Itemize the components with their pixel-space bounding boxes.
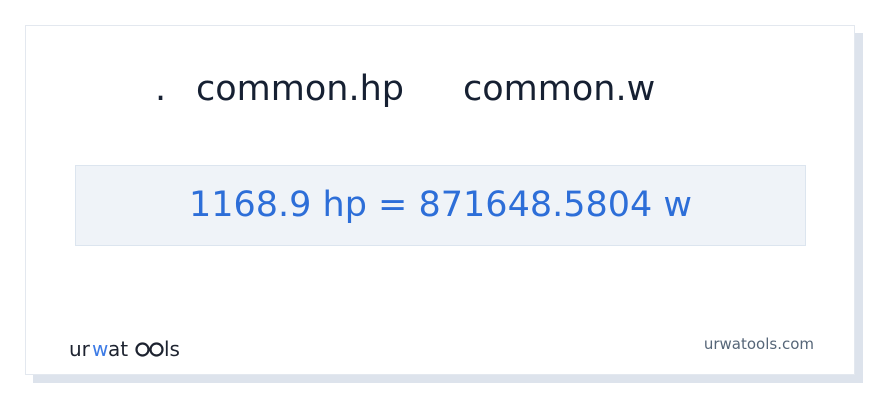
result-box: 1168.9 hp = 871648.5804 w: [75, 165, 806, 246]
conversion-result: 1168.9 hp = 871648.5804 w: [188, 185, 693, 225]
to-unit-label: common.w: [463, 69, 656, 109]
urwatools-logo[interactable]: ur w at ls: [69, 335, 187, 363]
site-link[interactable]: urwatools.com: [704, 334, 814, 354]
svg-text:ur: ur: [69, 337, 91, 361]
unit-labels-row: . common.hp common.w: [0, 64, 880, 114]
from-unit-label: common.hp: [196, 69, 404, 109]
svg-text:w: w: [92, 337, 108, 361]
urwatools-logo-mark: ur w at ls: [69, 337, 180, 361]
svg-text:at: at: [108, 337, 128, 361]
svg-text:ls: ls: [164, 337, 180, 361]
unit-separator-dot: .: [155, 69, 167, 109]
